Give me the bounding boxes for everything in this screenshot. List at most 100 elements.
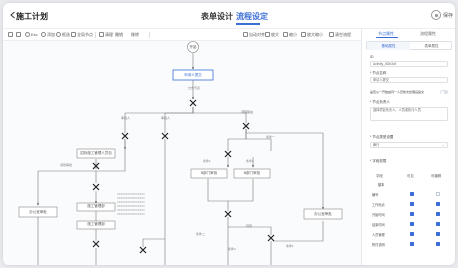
field-name: 人员管理 bbox=[372, 233, 385, 237]
task-label: 办公室审批 bbox=[29, 210, 47, 214]
subtab-basic[interactable]: 基础属性 bbox=[367, 42, 410, 50]
resize-label: 放大缩小 bbox=[307, 32, 323, 37]
resize-icon bbox=[301, 32, 306, 37]
hand-tool-button[interactable] bbox=[8, 32, 14, 38]
svg-text:XXXXXXXXXXXXXXXX: XXXXXXXXXXXXXXXX bbox=[117, 192, 145, 196]
clear-label: 清理 bbox=[105, 32, 113, 37]
clear-flow-button[interactable]: 清空流程 bbox=[329, 32, 351, 38]
svg-text:XXXXXXXXXXXXXXXX: XXXXXXXXXXXXXXXX bbox=[117, 196, 145, 200]
global-node-label: 全局节点 bbox=[77, 32, 93, 37]
zoom-in-icon bbox=[265, 32, 270, 37]
global-node-button[interactable]: 全局节点 bbox=[71, 32, 93, 38]
trash-icon bbox=[329, 32, 334, 37]
table-row: 结束时间 bbox=[366, 219, 452, 229]
view-checkbox[interactable] bbox=[410, 232, 414, 236]
task-label: B部门审批 bbox=[200, 171, 218, 175]
canvas-toolbar: Esc 添加 框选 全局节点 清理 撤销 移除 自动对齐 放大 缩小 放大缩小 … bbox=[3, 29, 361, 41]
task-label: 施工管理部 bbox=[87, 204, 105, 208]
undo-button[interactable]: 撤销 bbox=[115, 32, 123, 38]
col-field: 字段 bbox=[376, 174, 383, 178]
save-icon bbox=[431, 10, 441, 20]
edit-checkbox[interactable] bbox=[436, 232, 440, 236]
view-checkbox[interactable] bbox=[410, 222, 414, 226]
edit-checkbox[interactable] bbox=[436, 242, 440, 246]
zoom-in-label: 放大 bbox=[271, 32, 279, 37]
clear-flow-label: 清空流程 bbox=[335, 32, 351, 37]
node-name-label: * 节点名称 bbox=[370, 71, 387, 75]
field-name: 开始时间 bbox=[372, 213, 385, 217]
edge-label: 审批人 bbox=[121, 116, 131, 120]
svg-text:XXXXXXXXXXXXXXXX: XXXXXXXXXXXXXXXX bbox=[117, 212, 145, 216]
edit-checkbox[interactable] bbox=[436, 212, 440, 216]
app-title: 施工计划 bbox=[16, 12, 48, 21]
edit-checkbox[interactable] bbox=[436, 222, 440, 226]
tab-flow-setting[interactable]: 流程设定 bbox=[236, 11, 268, 22]
node-icon bbox=[71, 32, 76, 37]
task-label: 施工管理部 bbox=[87, 222, 105, 226]
add-button[interactable]: 添加 bbox=[41, 32, 55, 38]
task-label: 招标施工管理人员包 bbox=[80, 151, 112, 155]
col-edit: 可编辑 bbox=[431, 174, 442, 178]
view-checkbox[interactable] bbox=[410, 202, 414, 206]
edge-label: 同意 bbox=[246, 224, 253, 228]
edge-label: 流程路由 bbox=[241, 110, 254, 114]
zoom-fit-button[interactable]: 自动对齐 bbox=[243, 32, 265, 38]
edge-label: 领导审批 bbox=[60, 163, 73, 167]
view-checkbox[interactable] bbox=[410, 212, 414, 216]
view-checkbox[interactable] bbox=[410, 242, 414, 246]
subtab-form[interactable]: 表单属性 bbox=[410, 42, 453, 50]
node-type-select[interactable]: 串行 bbox=[370, 142, 448, 148]
esc-button[interactable]: Esc bbox=[25, 32, 38, 38]
table-row: 人员管理 bbox=[366, 229, 452, 239]
select-icon bbox=[56, 32, 61, 37]
svg-text:XXXXXXXXXXXXXXXX: XXXXXXXXXXXXXXXX bbox=[117, 208, 145, 212]
active-tab-indicator bbox=[236, 23, 260, 25]
zoom-out-button[interactable]: 缩小 bbox=[283, 32, 297, 38]
zoom-in-button[interactable]: 放大 bbox=[265, 32, 279, 38]
add-circle-icon bbox=[41, 32, 46, 37]
table-row: 基本 bbox=[366, 179, 452, 189]
remove-button[interactable]: 移除 bbox=[131, 32, 139, 38]
node-owner-field[interactable]: 选择项目负责人、人员或执行人员 bbox=[370, 107, 448, 121]
svg-text:XXXXXXXXXXXXXXXX: XXXXXXXXXXXXXXXX bbox=[117, 200, 145, 204]
start-label: 开始 bbox=[189, 45, 197, 49]
flow-diagram: XXXXXXXXXXXXXXXX XXXXXXXXXXXXXXXX XXXXXX… bbox=[18, 41, 343, 265]
circle-icon bbox=[25, 32, 30, 37]
flow-canvas[interactable]: XXXXXXXXXXXXXXXX XXXXXXXXXXXXXXXX XXXXXX… bbox=[3, 41, 361, 265]
svg-text:XXXXXXXXXXXXXXXX: XXXXXXXXXXXXXXXX bbox=[117, 204, 145, 208]
tab-flow-properties[interactable]: 流程属性 bbox=[420, 31, 436, 37]
edge-label: 条件一 bbox=[266, 135, 276, 139]
toolbar-divider bbox=[149, 32, 150, 38]
remove-label: 移除 bbox=[131, 32, 139, 37]
edge-label: 审批人 bbox=[161, 116, 171, 120]
view-checkbox[interactable] bbox=[410, 192, 414, 196]
clear-button[interactable]: 清理 bbox=[99, 32, 113, 38]
save-label: 保存 bbox=[443, 13, 454, 19]
edge-label: 分支节点 bbox=[188, 86, 201, 90]
task-label: B部门审批 bbox=[243, 171, 261, 175]
lasso-icon bbox=[16, 32, 21, 37]
table-row: 开始时间 bbox=[366, 209, 452, 219]
zoom-out-icon bbox=[283, 32, 288, 37]
field-name: 工作地点 bbox=[372, 203, 385, 207]
tab-form-design[interactable]: 表单设计 bbox=[201, 11, 233, 22]
col-view: 可见 bbox=[407, 174, 414, 178]
edge-label: 条件1 bbox=[203, 159, 211, 163]
add-label: 添加 bbox=[47, 32, 55, 37]
same-person-toggle[interactable] bbox=[440, 90, 448, 94]
lasso-tool-button[interactable] bbox=[16, 32, 22, 38]
field-name: 编号 bbox=[372, 193, 379, 197]
fit-icon bbox=[243, 32, 248, 37]
properties-panel: 节点属性 流程属性 基础属性 表单属性 ID Activity_0t2b3c9 … bbox=[361, 29, 455, 265]
edit-checkbox[interactable] bbox=[436, 192, 440, 196]
task-label: 办公室审批 bbox=[314, 212, 332, 216]
field-name: 结束时间 bbox=[372, 223, 385, 227]
resize-button[interactable]: 放大缩小 bbox=[301, 32, 323, 38]
edit-checkbox[interactable] bbox=[436, 202, 440, 206]
esc-label: Esc bbox=[31, 32, 38, 37]
note-block: XXXXXXXXXXXXXXXX XXXXXXXXXXXXXXXX XXXXXX… bbox=[117, 192, 145, 216]
id-field[interactable]: Activity_0t2b3c9 bbox=[370, 61, 448, 67]
node-name-field[interactable]: 申请人提交 bbox=[370, 77, 448, 83]
same-person-label: 是否从一开始由同一人员依次处理后提交 bbox=[370, 90, 425, 94]
select-button[interactable]: 框选 bbox=[56, 32, 70, 38]
